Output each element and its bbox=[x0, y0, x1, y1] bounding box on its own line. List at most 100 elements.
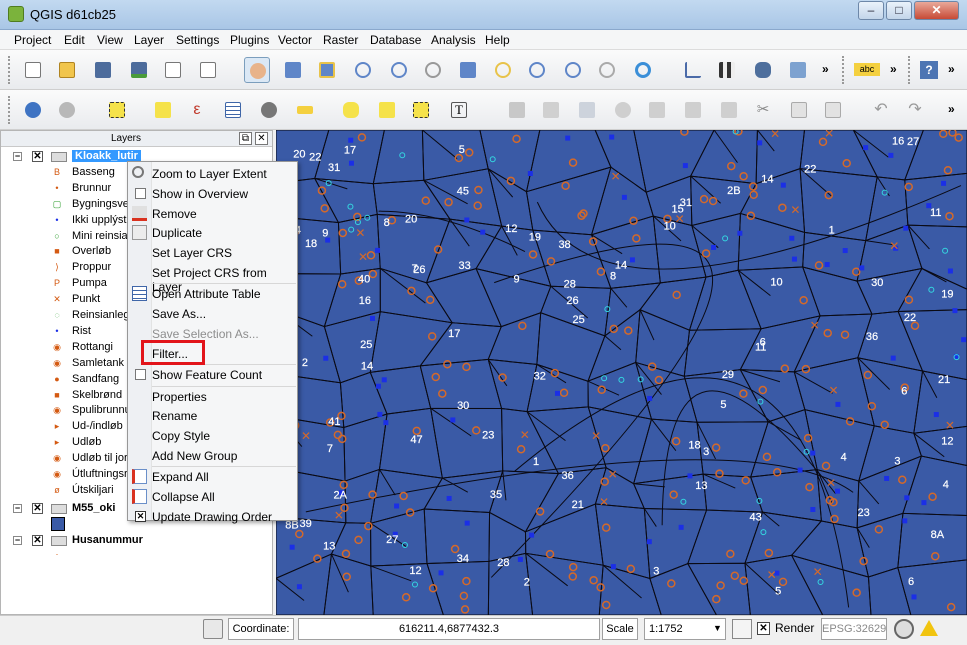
measure-icon[interactable] bbox=[292, 97, 318, 123]
menu-settings[interactable]: Settings bbox=[176, 33, 219, 47]
legend-item[interactable]: · bbox=[1, 547, 272, 563]
project-crs-icon[interactable] bbox=[732, 619, 752, 639]
menu-help[interactable]: Help bbox=[485, 33, 510, 47]
crs-globe-icon[interactable] bbox=[894, 619, 914, 639]
layer-visibility-checkbox[interactable]: ✕ bbox=[32, 534, 43, 546]
save-edits-icon[interactable] bbox=[574, 97, 600, 123]
new-print-composer-icon[interactable] bbox=[160, 57, 186, 83]
close-panel-button[interactable]: ✕ bbox=[255, 132, 268, 145]
annotation-icon[interactable] bbox=[338, 97, 364, 123]
composer-manager-icon[interactable] bbox=[195, 57, 221, 83]
toggle-editing-icon[interactable] bbox=[538, 97, 564, 123]
zoom-actual-size-icon[interactable] bbox=[420, 57, 446, 83]
cut-features-icon[interactable]: ✂ bbox=[750, 97, 776, 123]
menu-plugins[interactable]: Plugins bbox=[230, 33, 269, 47]
menu-database[interactable]: Database bbox=[370, 33, 421, 47]
menu-item-remove[interactable]: Remove bbox=[128, 204, 297, 223]
menu-layer[interactable]: Layer bbox=[134, 33, 164, 47]
menu-analysis[interactable]: Analysis bbox=[431, 33, 476, 47]
field-calculator-icon[interactable]: ε bbox=[184, 97, 210, 123]
menu-item-show-in-overview[interactable]: Show in Overview bbox=[128, 184, 297, 203]
zoom-to-layer-icon[interactable] bbox=[490, 57, 516, 83]
help-icon[interactable]: ? bbox=[916, 57, 942, 83]
delete-feature-icon[interactable] bbox=[716, 97, 742, 123]
select-features-icon[interactable] bbox=[104, 97, 130, 123]
layer-visibility-checkbox[interactable]: ✕ bbox=[32, 502, 43, 514]
coordinate-field[interactable]: 616211.4,6877432.3 bbox=[298, 618, 600, 640]
identify-icon[interactable] bbox=[20, 97, 46, 123]
expand-toggle-icon[interactable]: − bbox=[13, 535, 22, 545]
pan-to-selection-icon[interactable] bbox=[280, 57, 306, 83]
text-annotation-icon[interactable]: T bbox=[446, 97, 472, 123]
zoom-to-selection-icon[interactable] bbox=[314, 57, 340, 83]
menu-item-expand-all[interactable]: Expand All bbox=[128, 467, 297, 486]
layer-visibility-checkbox[interactable]: ✕ bbox=[32, 151, 43, 162]
zoom-next-icon[interactable] bbox=[594, 57, 620, 83]
menu-item-collapse-all[interactable]: Collapse All bbox=[128, 487, 297, 506]
menu-item-properties[interactable]: Properties bbox=[128, 387, 297, 406]
new-project-icon[interactable] bbox=[20, 57, 46, 83]
undo-icon[interactable]: ↶ bbox=[868, 97, 894, 123]
refresh-icon[interactable] bbox=[630, 57, 656, 83]
save-project-icon[interactable] bbox=[90, 57, 116, 83]
toolbar-overflow-button-4[interactable]: » bbox=[948, 102, 955, 116]
open-project-icon[interactable] bbox=[54, 57, 80, 83]
menu-item-set-layer-crs[interactable]: Set Layer CRS bbox=[128, 243, 297, 262]
menu-raster[interactable]: Raster bbox=[323, 33, 358, 47]
menu-item-duplicate[interactable]: Duplicate bbox=[128, 223, 297, 242]
crs-status[interactable]: EPSG:32629 bbox=[821, 618, 887, 640]
menu-item-add-new-group[interactable]: Add New Group bbox=[128, 446, 297, 465]
run-action-icon[interactable] bbox=[54, 97, 80, 123]
zoom-last-icon[interactable] bbox=[560, 57, 586, 83]
scale-dropdown-icon[interactable]: ▼ bbox=[713, 623, 722, 633]
menu-item-save-as[interactable]: Save As... bbox=[128, 304, 297, 323]
pan-map-icon[interactable] bbox=[244, 57, 270, 83]
menu-item-update-drawing-order[interactable]: ✕ Update Drawing Order bbox=[128, 507, 297, 526]
paste-features-icon[interactable] bbox=[820, 97, 846, 123]
menu-item-open-attribute-table[interactable]: Open Attribute Table bbox=[128, 284, 297, 303]
map-tips-icon[interactable] bbox=[256, 97, 282, 123]
show-bookmarks-icon[interactable] bbox=[408, 97, 434, 123]
zoom-full-icon[interactable] bbox=[455, 57, 481, 83]
menu-view[interactable]: View bbox=[97, 33, 123, 47]
copy-features-icon[interactable] bbox=[786, 97, 812, 123]
toolbar-grip[interactable] bbox=[8, 56, 12, 84]
toolbar-grip[interactable] bbox=[8, 96, 12, 124]
new-bookmark-icon[interactable] bbox=[374, 97, 400, 123]
toolbar-overflow-button[interactable]: » bbox=[822, 62, 829, 76]
zoom-to-selected-icon[interactable] bbox=[524, 57, 550, 83]
menu-item-show-feature-count[interactable]: Show Feature Count bbox=[128, 365, 297, 384]
add-feature-icon[interactable] bbox=[610, 97, 636, 123]
maximize-button[interactable]: □ bbox=[886, 1, 912, 20]
new-shapefile-icon[interactable] bbox=[680, 57, 706, 83]
menu-item-rename[interactable]: Rename bbox=[128, 406, 297, 425]
menu-item-zoom-to-layer-extent[interactable]: Zoom to Layer Extent bbox=[128, 164, 297, 183]
label-tool-icon[interactable]: abc bbox=[852, 57, 882, 83]
add-raster-icon[interactable] bbox=[714, 57, 740, 83]
close-button[interactable]: ✕ bbox=[914, 1, 959, 20]
menu-item-copy-style[interactable]: Copy Style bbox=[128, 426, 297, 445]
save-as-icon[interactable] bbox=[126, 57, 152, 83]
add-postgis-icon[interactable] bbox=[750, 57, 776, 83]
messages-warning-icon[interactable] bbox=[920, 620, 938, 636]
menu-project[interactable]: Project bbox=[14, 33, 51, 47]
float-panel-button[interactable]: ⧉ bbox=[239, 132, 252, 145]
toolbar-overflow-button-3[interactable]: » bbox=[948, 62, 955, 76]
toolbar-overflow-button-2[interactable]: » bbox=[890, 62, 897, 76]
add-wms-icon[interactable] bbox=[785, 57, 811, 83]
current-edits-icon[interactable] bbox=[504, 97, 530, 123]
minimize-button[interactable]: – bbox=[858, 1, 884, 20]
attribute-table-icon[interactable] bbox=[220, 97, 246, 123]
expand-toggle-icon[interactable]: − bbox=[13, 503, 22, 513]
deselect-icon[interactable] bbox=[150, 97, 176, 123]
toggle-extents-icon[interactable] bbox=[203, 619, 223, 639]
menu-item-set-project-crs-from-layer[interactable]: Set Project CRS from Layer bbox=[128, 263, 297, 294]
map-canvas[interactable]: ✕ ✕ ✕ ✕ ✕ ✕ ✕ ✕ ✕ ✕ ✕ ✕ ✕ ✕ ✕ ✕ ✕ ✕ ✕ ✕ 12 13 5 6 3 5 47 45 43 40 41 36… bbox=[276, 130, 967, 615]
redo-icon[interactable]: ↷ bbox=[902, 97, 928, 123]
toolbar-grip[interactable] bbox=[908, 56, 912, 84]
zoom-in-icon[interactable] bbox=[350, 57, 376, 83]
menu-vector[interactable]: Vector bbox=[278, 33, 312, 47]
expand-toggle-icon[interactable]: − bbox=[13, 152, 22, 161]
node-tool-icon[interactable] bbox=[680, 97, 706, 123]
move-feature-icon[interactable] bbox=[644, 97, 670, 123]
